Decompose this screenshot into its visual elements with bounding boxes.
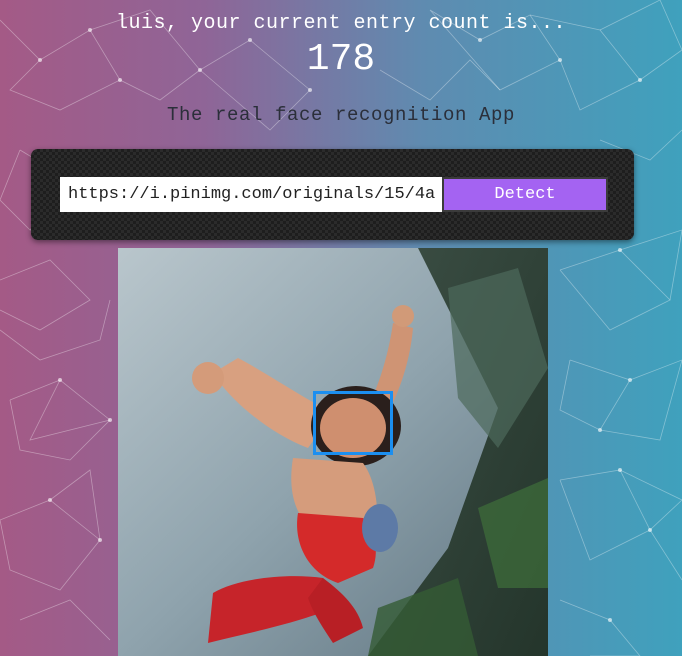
app-subtitle: The real face recognition App	[166, 104, 516, 126]
entry-count-value: 178	[306, 38, 376, 81]
image-url-form: https://i.pinimg.com/originals/15/4a Det…	[31, 149, 634, 240]
face-bounding-box	[313, 391, 393, 455]
result-image	[118, 248, 548, 656]
detect-button[interactable]: Detect	[442, 177, 608, 212]
image-url-input[interactable]: https://i.pinimg.com/originals/15/4a	[60, 177, 442, 212]
entry-count-label: luis, your current entry count is...	[115, 12, 567, 35]
